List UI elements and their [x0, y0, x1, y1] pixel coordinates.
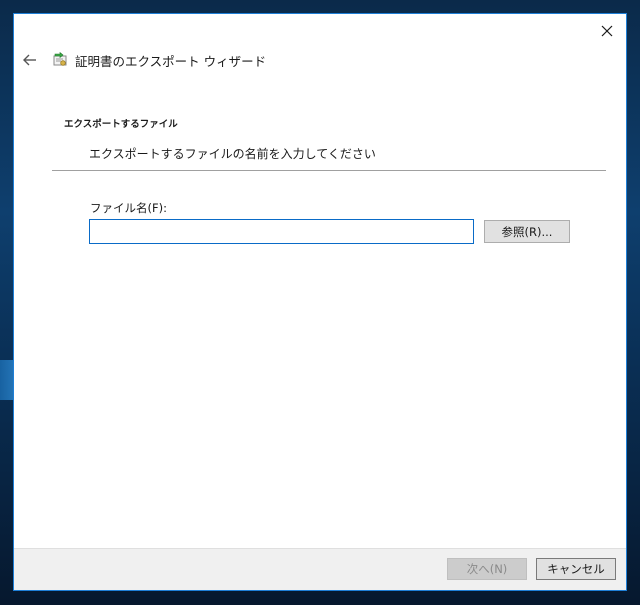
cancel-button[interactable]: キャンセル — [536, 558, 616, 580]
wizard-window: 証明書のエクスポート ウィザード エクスポートするファイル エクスポートするファ… — [13, 13, 627, 591]
desktop-background-streak — [0, 360, 14, 400]
wizard-title-row: 証明書のエクスポート ウィザード — [51, 50, 266, 70]
back-button[interactable] — [20, 50, 40, 70]
next-button[interactable]: 次へ(N) — [447, 558, 527, 580]
close-icon — [601, 25, 613, 37]
certificate-icon — [53, 51, 67, 66]
back-arrow-icon — [23, 54, 36, 66]
close-button[interactable] — [596, 20, 618, 42]
page-description: エクスポートするファイルの名前を入力してください — [89, 147, 376, 161]
header-divider — [52, 170, 606, 171]
page-heading: エクスポートするファイル — [64, 119, 178, 130]
file-name-input[interactable] — [89, 219, 474, 244]
wizard-title: 証明書のエクスポート ウィザード — [75, 53, 267, 69]
wizard-footer: 次へ(N) キャンセル — [14, 548, 626, 590]
browse-button[interactable]: 参照(R)... — [484, 220, 570, 243]
file-name-label: ファイル名(F): — [90, 201, 167, 215]
